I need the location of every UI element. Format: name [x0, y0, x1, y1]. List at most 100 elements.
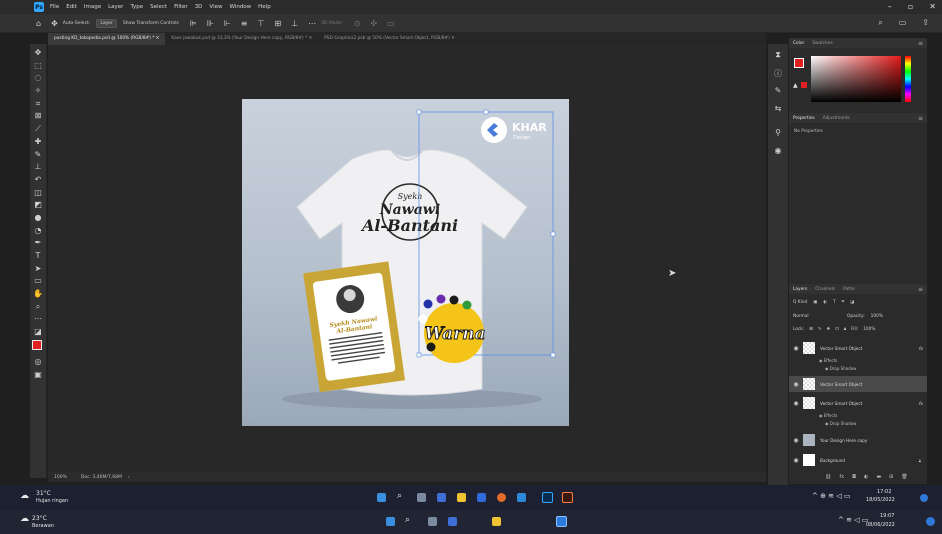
show-transform-checkbox[interactable]: Show Transform Controls	[123, 21, 179, 26]
layer-row[interactable]: ◉ Your Design Here copy	[789, 432, 927, 448]
align-bottom-icon[interactable]: ⊥	[291, 19, 298, 28]
menu-edit[interactable]: Edit	[66, 4, 77, 10]
edit-toolbar-icon[interactable]: ⋯	[33, 314, 43, 324]
tab-psd-graphics[interactable]: PSD-Graphics2.psb @ 50% (Vector Smart Ob…	[318, 33, 461, 45]
eraser-tool-icon[interactable]: ◫	[33, 188, 43, 198]
align-middle-icon[interactable]: ⊞	[274, 19, 281, 28]
move-tool-icon[interactable]: ✥	[33, 48, 43, 58]
hand-tool-icon[interactable]: ✋	[33, 289, 43, 299]
system-tray-icons[interactable]: ^ ≋ ◁ ▭	[838, 516, 868, 524]
screen-mode-icon[interactable]: ▣	[33, 370, 43, 380]
close-tab-icon[interactable]: ✕	[309, 36, 313, 41]
tab-properties[interactable]: Properties	[793, 116, 815, 121]
default-colors-icon[interactable]: ◪	[33, 327, 43, 337]
new-group-icon[interactable]: ▬	[876, 474, 881, 480]
learn-icon[interactable]: ⚲	[775, 128, 781, 146]
align-center-icon[interactable]: ⊪	[207, 19, 214, 28]
gradient-tool-icon[interactable]: ◩	[33, 200, 43, 210]
blend-mode-dropdown[interactable]: Normal	[793, 314, 841, 319]
weather-cloud-icon[interactable]: ☁	[20, 514, 29, 524]
menu-help[interactable]: Help	[258, 4, 271, 10]
brush-tool-icon[interactable]: ✎	[33, 150, 43, 160]
filter-shape-icon[interactable]: ⌗	[842, 300, 844, 305]
workspace-icon[interactable]: ▭	[899, 18, 907, 28]
document-canvas[interactable]: Syekh Nawawi Al-Bantani KHAR Design Syek…	[242, 99, 569, 426]
link-layers-icon[interactable]: ⛓	[825, 474, 831, 480]
lock-artboard-icon[interactable]: ⊡	[835, 327, 839, 332]
history-icon[interactable]: ⧗	[775, 50, 781, 68]
align-right-icon[interactable]: ⊩	[224, 19, 231, 28]
color-picker-field[interactable]	[811, 56, 901, 102]
drop-shadow-row[interactable]: ◉ Drop Shadow	[825, 366, 856, 371]
menu-layer[interactable]: Layer	[108, 4, 123, 10]
transform-handle[interactable]	[416, 352, 422, 358]
marquee-tool-icon[interactable]: ⬚	[33, 61, 43, 71]
frame-tool-icon[interactable]: ⊠	[33, 111, 43, 121]
menu-filter[interactable]: Filter	[174, 4, 188, 10]
libraries-icon[interactable]: ◉	[775, 146, 782, 164]
visibility-eye-icon[interactable]: ◉	[789, 345, 803, 352]
transform-handle[interactable]	[550, 352, 556, 358]
type-tool-icon[interactable]: T	[33, 251, 43, 261]
zoom-tool-icon[interactable]: ⌕	[33, 302, 43, 312]
menu-file[interactable]: File	[50, 4, 59, 10]
3d-camera-icon[interactable]: ▭	[387, 19, 395, 28]
start-icon[interactable]	[386, 517, 395, 526]
fx-icon[interactable]: fx	[919, 346, 923, 351]
search-icon[interactable]: ⌕	[397, 491, 402, 501]
auto-select-target-dropdown[interactable]: Layer	[96, 18, 117, 28]
info-icon[interactable]: ⓘ	[774, 68, 782, 86]
3d-orbit-icon[interactable]: ⊙	[354, 19, 361, 28]
search-icon[interactable]: ⌕	[878, 18, 882, 28]
panel-menu-icon[interactable]: ≡	[918, 40, 923, 47]
search-icon[interactable]: ⌕	[405, 515, 410, 525]
menu-view[interactable]: View	[209, 4, 222, 10]
close-tab-icon[interactable]: ✕	[451, 36, 455, 41]
tab-kaos-jawabuk[interactable]: Kaos jawabuk.psd @ 33,3% (Your Design He…	[165, 33, 318, 45]
menu-window[interactable]: Window	[229, 4, 251, 10]
minimize-icon[interactable]: –	[888, 2, 892, 11]
filter-smart-icon[interactable]: ◪	[850, 300, 854, 305]
rectangle-tool-icon[interactable]: ▭	[33, 276, 43, 286]
photoshop-taskbar-icon[interactable]	[542, 492, 553, 503]
menu-type[interactable]: Type	[130, 4, 143, 10]
distribute-icon[interactable]: ≡	[241, 19, 248, 28]
status-chevron-icon[interactable]: ›	[128, 475, 130, 480]
file-explorer-icon[interactable]	[457, 493, 466, 502]
panel-menu-icon[interactable]: ≡	[918, 115, 923, 122]
visibility-eye-icon[interactable]: ◉	[789, 437, 803, 444]
visibility-eye-icon[interactable]: ◉	[789, 400, 803, 407]
align-top-icon[interactable]: ⊤	[258, 19, 265, 28]
lock-pixels-icon[interactable]: ⊠	[809, 327, 813, 332]
transform-handle[interactable]	[550, 231, 556, 237]
lock-position-icon[interactable]: ✥	[826, 327, 830, 332]
blur-tool-icon[interactable]: ●	[33, 213, 43, 223]
adjust-icon[interactable]: ⇆	[775, 104, 782, 122]
crop-tool-icon[interactable]: ⌗	[33, 99, 43, 109]
drop-shadow-row[interactable]: ◉ Drop Shadow	[825, 421, 856, 426]
illustrator-taskbar-icon[interactable]	[562, 492, 573, 503]
align-left-icon[interactable]: ⊫	[190, 19, 197, 28]
widgets-icon[interactable]	[448, 517, 457, 526]
menu-3d[interactable]: 3D	[195, 4, 203, 10]
delete-layer-icon[interactable]: 🗑︎	[901, 474, 907, 480]
kind-filter-dropdown[interactable]: Q Kind	[793, 300, 807, 305]
filter-type-icon[interactable]: T	[833, 300, 836, 305]
notification-icon[interactable]	[926, 517, 935, 526]
share-icon[interactable]: ⇪	[922, 18, 929, 28]
foreground-color-swatch[interactable]	[794, 58, 804, 68]
history-brush-tool-icon[interactable]: ↶	[33, 175, 43, 185]
eyedropper-tool-icon[interactable]: ⟋	[33, 124, 43, 134]
tab-posting-kd[interactable]: posting KD_tokopedia.psd @ 100% (RGB/8#)…	[48, 33, 166, 45]
3d-pan-icon[interactable]: ✣	[370, 19, 377, 28]
visibility-eye-icon[interactable]: ◉	[789, 457, 803, 464]
gamut-swatch[interactable]	[801, 82, 807, 88]
move-tool-icon[interactable]: ✥	[51, 19, 58, 28]
tab-color[interactable]: Color	[793, 41, 804, 46]
effects-row[interactable]: ◉ Effects	[819, 358, 837, 363]
home-icon[interactable]: ⌂	[36, 19, 41, 28]
tab-layers[interactable]: Layers	[793, 287, 807, 292]
layer-row-selected[interactable]: ◉ Vector Smart Object	[789, 376, 927, 392]
close-icon[interactable]: ✕	[929, 2, 936, 11]
system-tray-icons[interactable]: ^ ⊕ ≋ ◁ ▭	[812, 492, 851, 500]
